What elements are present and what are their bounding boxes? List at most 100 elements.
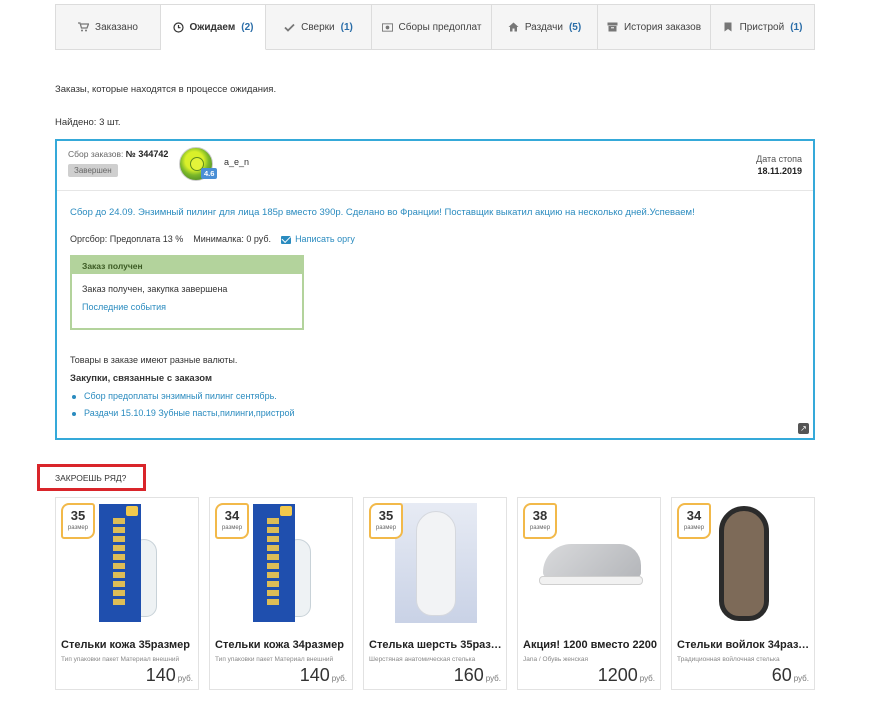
- product-price: 60 руб.: [772, 665, 809, 686]
- minimum-text: Минималка: 0 руб.: [193, 234, 272, 244]
- size-label: размер: [67, 525, 89, 531]
- order-number-value[interactable]: № 344742: [126, 149, 169, 159]
- order-tabs: Заказано Ожидаем (2) Сверки (1) Сборы пр…: [55, 4, 815, 50]
- insole-box-image: [253, 504, 295, 622]
- product-description: Традиционная войлочная стелька: [677, 656, 780, 663]
- price-value: 140: [145, 665, 176, 685]
- price-currency: руб.: [331, 674, 347, 683]
- size-badge: 35 размер: [369, 503, 403, 539]
- size-number: 38: [532, 508, 548, 523]
- product-price: 140 руб.: [146, 665, 193, 686]
- size-badge: 34 размер: [677, 503, 711, 539]
- related-purchases-list: Сбор предоплаты энзимный пилинг сентябрь…: [70, 391, 294, 425]
- size-number: 34: [224, 508, 240, 523]
- wool-insole-image: [395, 503, 477, 623]
- product-card[interactable]: 34 размер Стельки кожа 34размер Тип упак…: [209, 497, 353, 690]
- list-item[interactable]: Раздачи 15.10.19 Зубные пасты,пилинги,пр…: [70, 408, 294, 418]
- product-title[interactable]: Акция! 1200 вместо 2200: [523, 639, 657, 651]
- product-price: 1200 руб.: [598, 665, 655, 686]
- tab-waiting[interactable]: Ожидаем (2): [161, 5, 266, 50]
- tab-label: Заказано: [95, 21, 138, 33]
- product-description: Шерстяная анатомическая стелька: [369, 656, 476, 663]
- related-purchase-link[interactable]: Сбор предоплаты энзимный пилинг сентябрь…: [84, 391, 277, 401]
- product-price: 140 руб.: [300, 665, 347, 686]
- product-description: Jana / Обувь женская: [523, 656, 588, 663]
- tab-attach[interactable]: Пристрой (1): [711, 5, 814, 49]
- tab-prepayments[interactable]: Сборы предоплат: [372, 5, 492, 49]
- recent-events-link[interactable]: Последние события: [82, 302, 166, 312]
- size-label: размер: [529, 525, 551, 531]
- organizer-username[interactable]: a_e_n: [224, 157, 249, 167]
- page-description: Заказы, которые находятся в процессе ожи…: [55, 84, 277, 95]
- order-status-text: Заказ получен, закупка завершена: [82, 284, 228, 294]
- write-organizer-label: Написать оргу: [295, 234, 355, 244]
- order-card-header: Сбор заказов: № 344742 Завершен 4.6 a_e_…: [57, 141, 813, 191]
- tab-count: (1): [790, 21, 803, 33]
- price-currency: руб.: [177, 674, 193, 683]
- price-value: 140: [299, 665, 330, 685]
- related-purchase-link[interactable]: Раздачи 15.10.19 Зубные пасты,пилинги,пр…: [84, 408, 294, 418]
- product-card[interactable]: 38 размер Акция! 1200 вместо 2200 Jana /…: [517, 497, 661, 690]
- product-title[interactable]: Стельки кожа 35размер: [61, 639, 195, 651]
- money-icon: [381, 22, 393, 33]
- tab-count: (5): [568, 21, 582, 33]
- stop-date-label: Дата стопа: [756, 154, 802, 164]
- related-purchases-title: Закупки, связанные с заказом: [70, 373, 212, 384]
- section-title: ЗАКРОЕШЬ РЯД?: [37, 464, 146, 491]
- archive-icon: [607, 22, 618, 33]
- check-icon: [284, 22, 295, 33]
- order-card: Сбор заказов: № 344742 Завершен 4.6 a_e_…: [55, 139, 815, 440]
- tab-order-history[interactable]: История заказов: [598, 5, 711, 49]
- tab-label: История заказов: [623, 21, 702, 33]
- home-icon: [508, 22, 519, 33]
- currency-note: Товары в заказе имеют разные валюты.: [70, 355, 238, 365]
- size-badge: 38 размер: [523, 503, 557, 539]
- tab-label: Сверки: [301, 21, 335, 33]
- tab-label: Ожидаем: [189, 21, 236, 33]
- tab-label: Сборы предоплат: [398, 21, 482, 33]
- insole-box-image: [99, 504, 141, 622]
- product-card[interactable]: 35 размер Стелька шерсть 35размер Шерстя…: [363, 497, 507, 690]
- product-price: 160 руб.: [454, 665, 501, 686]
- tab-ordered[interactable]: Заказано: [56, 5, 161, 49]
- organizer-info: Оргсбор: Предоплата 13 % Минималка: 0 ру…: [70, 234, 355, 244]
- size-label: размер: [221, 525, 243, 531]
- size-number: 35: [378, 508, 394, 523]
- size-label: размер: [375, 525, 397, 531]
- product-title[interactable]: Стелька шерсть 35размер: [369, 639, 503, 651]
- order-number-label: Сбор заказов:: [68, 149, 124, 159]
- external-link-icon[interactable]: ↗: [798, 423, 809, 434]
- tab-count: (2): [241, 21, 254, 33]
- product-card[interactable]: 34 размер Стельки войлок 34размер Традиц…: [671, 497, 815, 690]
- size-number: 35: [70, 508, 86, 523]
- product-title[interactable]: Стельки кожа 34размер: [215, 639, 349, 651]
- bookmark-icon: [723, 22, 734, 33]
- price-value: 1200: [597, 665, 638, 685]
- order-status-panel: Заказ получен Заказ получен, закупка зав…: [70, 255, 304, 330]
- order-number: Сбор заказов: № 344742: [68, 149, 168, 159]
- purchase-title-link[interactable]: Сбор до 24.09. Энзимный пилинг для лица …: [70, 207, 695, 218]
- price-currency: руб.: [639, 674, 655, 683]
- stop-date-value: 18.11.2019: [757, 166, 802, 176]
- size-badge: 35 размер: [61, 503, 95, 539]
- product-list: 35 размер Стельки кожа 35размер Тип упак…: [55, 497, 815, 690]
- tab-count: (1): [340, 21, 353, 33]
- price-currency: руб.: [793, 674, 809, 683]
- size-badge: 34 размер: [215, 503, 249, 539]
- tab-label: Пристрой: [739, 21, 785, 33]
- tab-reconciliations[interactable]: Сверки (1): [266, 5, 372, 49]
- product-title[interactable]: Стельки войлок 34размер: [677, 639, 811, 651]
- rating-badge: 4.6: [201, 168, 218, 179]
- tab-label: Раздачи: [524, 21, 563, 33]
- felt-insole-image: [719, 505, 769, 621]
- sneaker-image: [535, 538, 645, 588]
- tab-distributions[interactable]: Раздачи (5): [492, 5, 598, 49]
- write-organizer-link[interactable]: Написать оргу: [281, 234, 355, 244]
- status-badge: Завершен: [68, 164, 118, 177]
- product-card[interactable]: 35 размер Стельки кожа 35размер Тип упак…: [55, 497, 199, 690]
- envelope-icon: [281, 235, 292, 244]
- list-item[interactable]: Сбор предоплаты энзимный пилинг сентябрь…: [70, 391, 294, 401]
- product-description: Тип упаковки пакет Материал внешний: [215, 656, 334, 663]
- order-status-title: Заказ получен: [72, 257, 302, 274]
- product-description: Тип упаковки пакет Материал внешний: [61, 656, 180, 663]
